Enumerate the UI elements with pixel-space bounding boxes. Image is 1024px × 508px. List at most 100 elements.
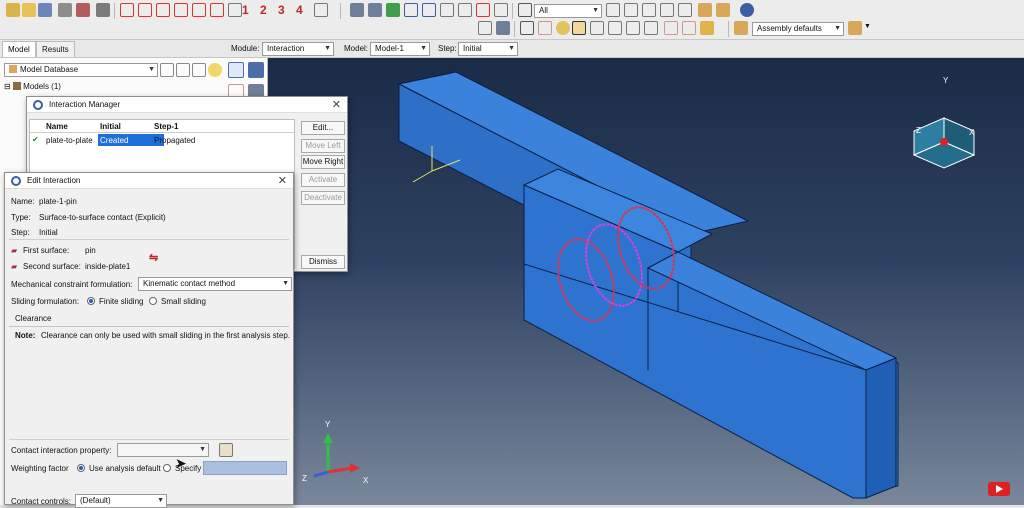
- specify-radio[interactable]: [163, 464, 171, 472]
- query-icon[interactable]: [478, 21, 492, 35]
- selection-copy-icon[interactable]: [624, 3, 638, 17]
- contact-property-select[interactable]: ▼: [117, 443, 209, 457]
- cube-edit-icon[interactable]: [682, 21, 696, 35]
- selection-grid-icon[interactable]: [660, 3, 674, 17]
- filter-icon[interactable]: [160, 63, 174, 77]
- chevron-down-icon: ▼: [508, 45, 515, 52]
- rotate-icon[interactable]: [404, 3, 418, 17]
- pointer-tool-icon[interactable]: [572, 21, 586, 35]
- render-wireframe-icon[interactable]: [350, 3, 364, 17]
- context-bar: Model Results Module: Interaction ▼ Model…: [0, 40, 1024, 58]
- iso-view-icon[interactable]: [228, 3, 242, 17]
- selection-frame-icon[interactable]: [678, 3, 692, 17]
- view-1-button[interactable]: 1: [242, 3, 249, 17]
- tab-clearance[interactable]: Clearance: [15, 314, 51, 323]
- ladder-icon[interactable]: [716, 3, 730, 17]
- box-icon[interactable]: [644, 21, 658, 35]
- step-label: Step:: [438, 44, 457, 53]
- step-value: Initial: [39, 228, 58, 237]
- type-label: Type:: [11, 213, 31, 222]
- view-4-button[interactable]: 4: [296, 3, 303, 17]
- save-icon[interactable]: [38, 3, 52, 17]
- zoom-icon[interactable]: [458, 3, 472, 17]
- database-select[interactable]: Model Database ▼: [4, 63, 158, 77]
- select-cursor-icon[interactable]: [518, 3, 532, 17]
- ruler-icon[interactable]: [698, 3, 712, 17]
- selection-box-icon[interactable]: [642, 3, 656, 17]
- table-row[interactable]: ✔ plate-to-plate Created Propagated: [30, 134, 294, 146]
- step-select[interactable]: Initial ▼: [458, 42, 518, 56]
- new-file-icon[interactable]: [6, 3, 20, 17]
- second-surface-value: inside-plate1: [85, 262, 131, 271]
- finite-sliding-radio[interactable]: [87, 297, 95, 305]
- view-x-neg-icon[interactable]: [174, 3, 188, 17]
- weighting-value-input[interactable]: [203, 461, 287, 475]
- edit-interaction-title: Edit Interaction ✕: [5, 173, 293, 189]
- surface-icon: ▰: [11, 246, 18, 255]
- view-x-icon[interactable]: [120, 3, 134, 17]
- color-mapping-icon[interactable]: [848, 21, 862, 35]
- render-hidden-icon[interactable]: [368, 3, 382, 17]
- finite-sliding-label: Finite sliding: [99, 297, 144, 306]
- view-z-neg-icon[interactable]: [210, 3, 224, 17]
- undo-view-icon[interactable]: [590, 21, 604, 35]
- chevron-down-icon: ▼: [834, 25, 841, 32]
- model-select[interactable]: Model-1 ▼: [370, 42, 430, 56]
- tab-results[interactable]: Results: [36, 41, 75, 57]
- magnify-icon[interactable]: [440, 3, 454, 17]
- tab-model[interactable]: Model: [2, 41, 36, 57]
- triad-z-label: Z: [916, 126, 921, 135]
- create-property-icon[interactable]: [219, 443, 233, 457]
- activate-button[interactable]: Activate: [301, 173, 345, 187]
- lightbulb-icon[interactable]: [208, 63, 222, 77]
- module-select[interactable]: Interaction ▼: [262, 42, 334, 56]
- view-y-icon[interactable]: [138, 3, 152, 17]
- cube-color-icon[interactable]: [700, 21, 714, 35]
- transparency-icon[interactable]: [538, 21, 552, 35]
- view-z-icon[interactable]: [156, 3, 170, 17]
- pan-icon[interactable]: [422, 3, 436, 17]
- close-icon[interactable]: ✕: [332, 97, 341, 113]
- small-sliding-radio[interactable]: [149, 297, 157, 305]
- zoom-box-icon[interactable]: [476, 3, 490, 17]
- tree-root[interactable]: ⊟ Models (1): [4, 82, 61, 91]
- display-group-icon[interactable]: [496, 21, 510, 35]
- info-icon[interactable]: [740, 3, 754, 17]
- contact-controls-select[interactable]: (Default) ▼: [75, 494, 167, 508]
- deactivate-button[interactable]: Deactivate: [301, 191, 345, 205]
- color-code-icon[interactable]: [734, 21, 748, 35]
- mech-formulation-select[interactable]: Kinematic contact method ▼: [138, 277, 292, 291]
- view-3-button[interactable]: 3: [278, 3, 285, 17]
- chevron-down-icon[interactable]: ▼: [864, 23, 871, 30]
- module-tool-icon[interactable]: [228, 62, 244, 78]
- redo-view-icon[interactable]: [608, 21, 622, 35]
- render-style-select[interactable]: Assembly defaults ▼: [752, 22, 844, 36]
- render-shaded-icon[interactable]: [386, 3, 400, 17]
- selection-option-icon[interactable]: [606, 3, 620, 17]
- cube-outline-icon[interactable]: [664, 21, 678, 35]
- view-y-neg-icon[interactable]: [192, 3, 206, 17]
- clear-icon[interactable]: [626, 21, 640, 35]
- selection-filter-select[interactable]: All ▼: [534, 4, 602, 18]
- close-icon[interactable]: ✕: [278, 173, 287, 189]
- auto-fit-icon[interactable]: [494, 3, 508, 17]
- swap-surfaces-icon[interactable]: ⇋: [149, 251, 158, 264]
- tool-icon[interactable]: [96, 3, 110, 17]
- export-icon[interactable]: [76, 3, 90, 17]
- module-grid-icon[interactable]: [248, 62, 264, 78]
- light-icon[interactable]: [556, 21, 570, 35]
- expand-icon[interactable]: [192, 63, 206, 77]
- print-icon[interactable]: [58, 3, 72, 17]
- view-cut-icon[interactable]: [520, 21, 534, 35]
- open-folder-icon[interactable]: [22, 3, 36, 17]
- use-default-radio[interactable]: [77, 464, 85, 472]
- folder-icon[interactable]: [176, 63, 190, 77]
- view-2-button[interactable]: 2: [260, 3, 267, 17]
- move-left-button[interactable]: Move Left: [301, 139, 345, 153]
- dismiss-button[interactable]: Dismiss: [301, 255, 345, 269]
- row-step1: Propagated: [154, 136, 196, 145]
- edit-button[interactable]: Edit...: [301, 121, 345, 135]
- viewport[interactable]: Y Z X Y X Z: [268, 58, 1024, 505]
- toggle-icon[interactable]: [314, 3, 328, 17]
- move-right-button[interactable]: Move Right: [301, 155, 345, 169]
